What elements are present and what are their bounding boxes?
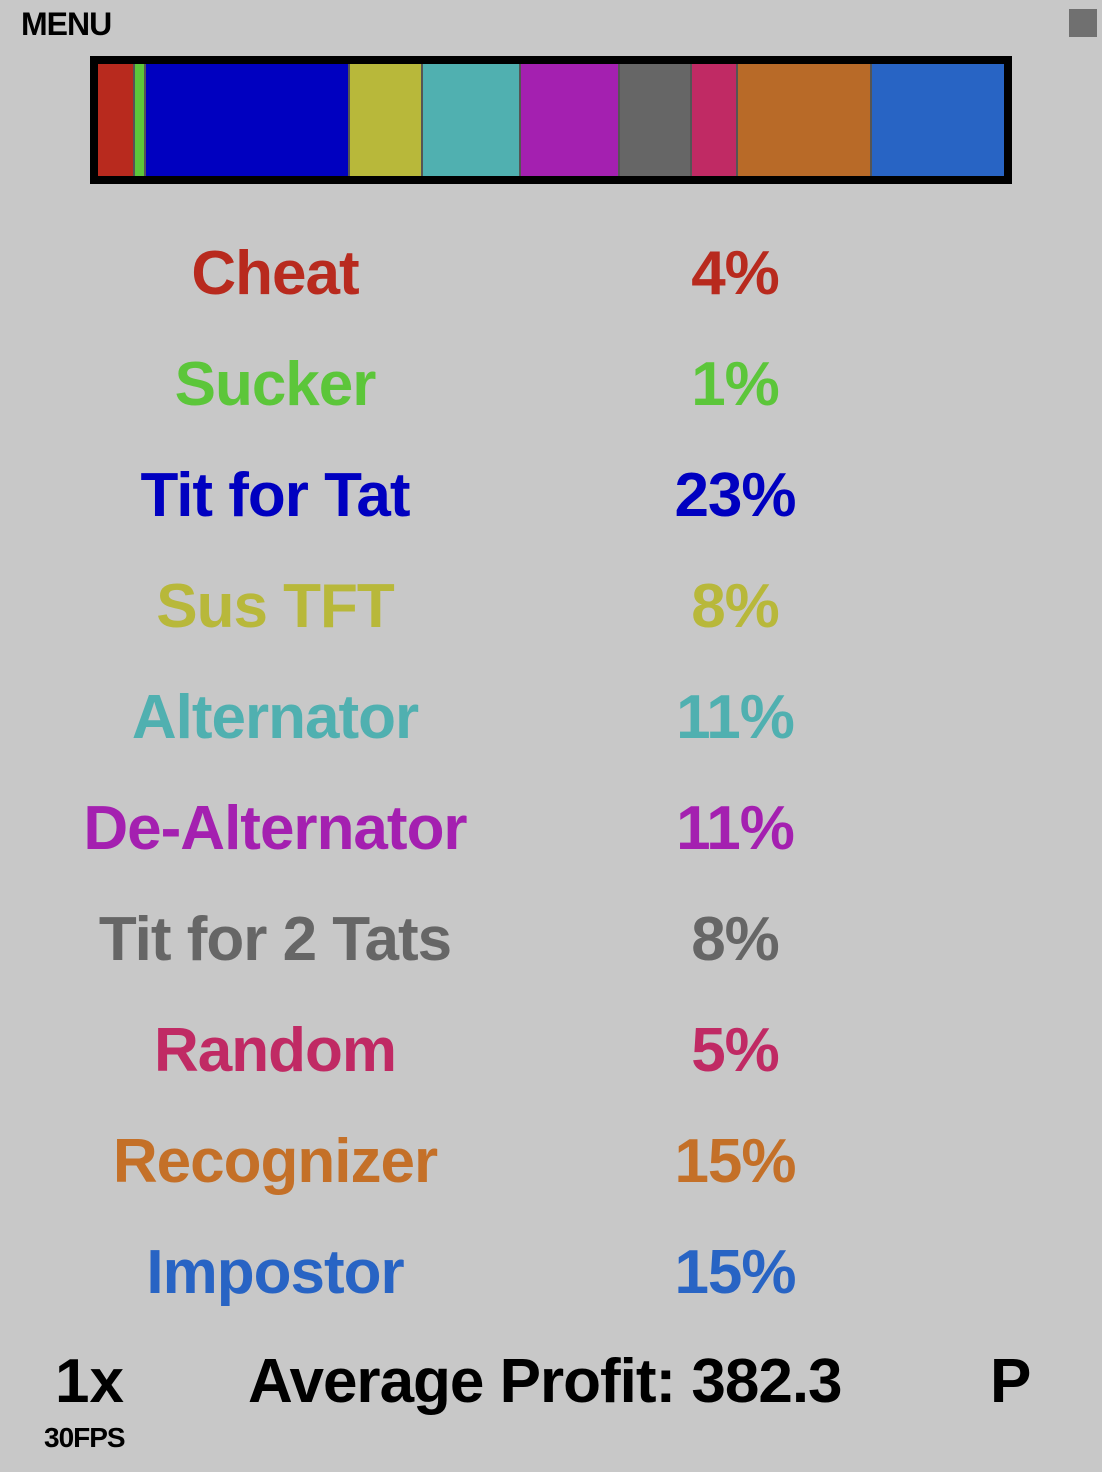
strategy-percent: 15% xyxy=(674,1127,796,1196)
average-profit: Average Profit: 382.3 xyxy=(248,1347,843,1416)
strategy-percent: 5% xyxy=(691,1016,780,1085)
strategy-row: Cheat 4% xyxy=(0,220,1102,331)
strategy-name: Impostor xyxy=(146,1238,404,1307)
strategy-name: De-Alternator xyxy=(83,794,467,863)
speed-toggle[interactable]: 1x xyxy=(55,1346,124,1417)
population-segment xyxy=(738,64,873,176)
strategy-name: Cheat xyxy=(191,239,359,308)
strategy-percent: 8% xyxy=(691,572,780,641)
population-segment xyxy=(521,64,620,176)
strategy-name: Sus TFT xyxy=(156,572,395,641)
pause-button[interactable]: P xyxy=(990,1346,1031,1417)
strategy-percent: 11% xyxy=(676,683,795,752)
strategy-row: Random 5% xyxy=(0,997,1102,1108)
strategy-percent: 4% xyxy=(691,239,780,308)
fullscreen-toggle-icon[interactable] xyxy=(1069,9,1097,37)
population-bar xyxy=(90,56,1012,184)
strategy-name: Sucker xyxy=(174,350,377,419)
population-segment xyxy=(422,64,522,176)
fps-readout: 30FPS xyxy=(44,1422,126,1453)
strategy-row: Sus TFT 8% xyxy=(0,553,1102,664)
strategy-percent: 11% xyxy=(676,794,795,863)
population-segment xyxy=(98,64,136,176)
strategy-percent: 1% xyxy=(691,350,780,419)
strategy-name: Tit for 2 Tats xyxy=(98,905,452,974)
strategy-name: Random xyxy=(154,1016,397,1085)
population-segment xyxy=(692,64,739,176)
strategy-row: Impostor 15% xyxy=(0,1219,1102,1330)
population-segment xyxy=(872,64,1005,176)
population-segment xyxy=(350,64,423,176)
strategy-name: Tit for Tat xyxy=(140,461,410,530)
strategy-row: De-Alternator 11% xyxy=(0,775,1102,886)
strategy-name: Alternator xyxy=(131,683,419,752)
strategy-percent: 8% xyxy=(691,905,780,974)
strategy-row: Tit for Tat 23% xyxy=(0,442,1102,553)
strategy-percent: 23% xyxy=(674,461,796,530)
menu-button[interactable]: MENU xyxy=(21,6,112,43)
strategy-row: Recognizer 15% xyxy=(0,1108,1102,1219)
population-segment xyxy=(135,64,146,176)
strategy-list: Cheat 4% Sucker 1% Tit for Tat 23% Sus TFT 8% Al… xyxy=(0,220,1102,1330)
population-segment xyxy=(619,64,693,176)
strategy-row: Tit for 2 Tats 8% xyxy=(0,886,1102,997)
strategy-row: Sucker 1% xyxy=(0,331,1102,442)
strategy-name: Recognizer xyxy=(112,1127,438,1196)
strategy-percent: 15% xyxy=(674,1238,796,1307)
population-segment xyxy=(145,64,351,176)
strategy-row: Alternator 11% xyxy=(0,664,1102,775)
